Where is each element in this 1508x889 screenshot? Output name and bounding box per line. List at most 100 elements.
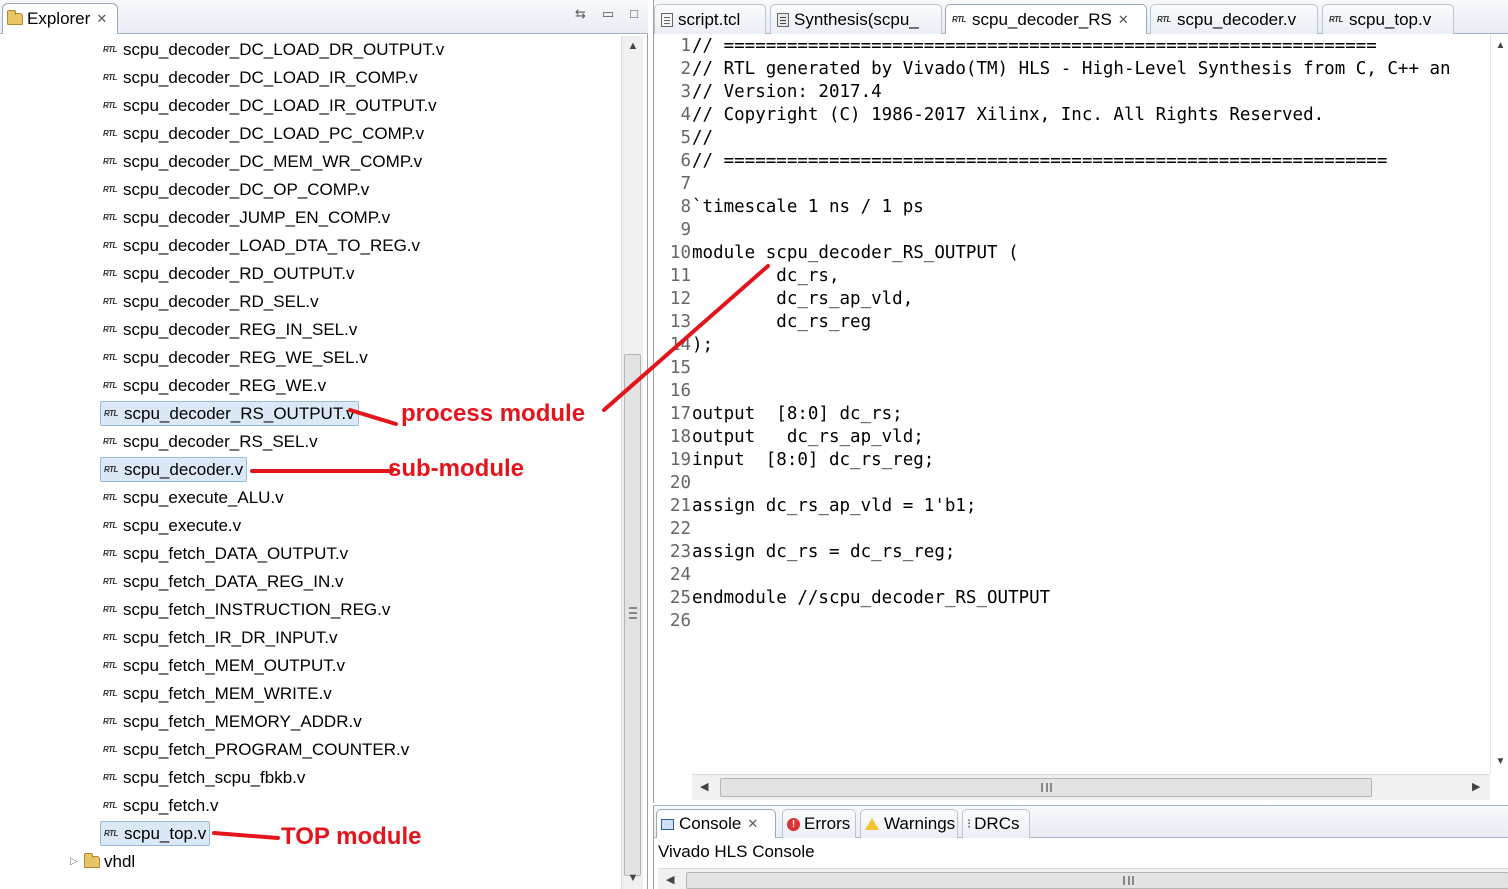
tree-item-file[interactable]: RTL scpu_decoder_REG_IN_SEL.v — [100, 317, 360, 342]
close-icon[interactable]: ✕ — [96, 11, 107, 27]
line-number: 2 — [680, 58, 691, 79]
line-number: 23 — [669, 541, 691, 562]
code-line: 26 — [654, 609, 692, 632]
tree-item-label: scpu_decoder_REG_WE_SEL.v — [123, 347, 368, 367]
tree-item-file[interactable]: RTL scpu_decoder_RD_SEL.v — [100, 289, 322, 314]
scroll-left-arrow-icon[interactable]: ◀ — [700, 780, 708, 793]
tab-console[interactable]: Console ✕ — [656, 809, 776, 838]
tree-item-file[interactable]: RTL scpu_fetch_PROGRAM_COUNTER.v — [100, 737, 412, 762]
tree-item-label: scpu_decoder_DC_LOAD_DR_OUTPUT.v — [123, 39, 445, 59]
chevron-right-icon[interactable]: ▷ — [70, 856, 84, 867]
code-view[interactable]: 1// ====================================… — [654, 34, 1486, 774]
folder-icon — [84, 852, 100, 868]
explorer-toolbar: ⇆ ▭ □ — [575, 6, 638, 22]
tree-item-label: scpu_fetch_MEM_OUTPUT.v — [123, 655, 346, 675]
code-line: 12 dc_rs_ap_vld, — [654, 287, 913, 310]
tree-item-file[interactable]: RTL scpu_decoder_REG_WE.v — [100, 373, 329, 398]
line-number: 7 — [680, 173, 691, 194]
scrollbar-grip-icon — [629, 607, 637, 619]
editor-tab[interactable]: script.tcl — [654, 4, 766, 34]
rtl-file-icon: RTL — [104, 409, 118, 418]
tree-item-file[interactable]: RTL scpu_execute_ALU.v — [100, 485, 287, 510]
tree-item-file[interactable]: RTL scpu_fetch_IR_DR_INPUT.v — [100, 625, 340, 650]
tree-item-file[interactable]: RTL scpu_decoder_RS_OUTPUT.v — [100, 401, 359, 426]
tree-item-file[interactable]: RTL scpu_fetch_DATA_OUTPUT.v — [100, 541, 351, 566]
console-icon — [661, 818, 674, 830]
tree-item-file[interactable]: RTL scpu_fetch_INSTRUCTION_REG.v — [100, 597, 393, 622]
editor-tab[interactable]: RTL scpu_decoder_RS ✕ — [945, 4, 1147, 34]
tree-item-file[interactable]: RTL scpu_decoder_JUMP_EN_COMP.v — [100, 205, 393, 230]
tree-item-file[interactable]: RTL scpu_decoder_DC_OP_COMP.v — [100, 177, 372, 202]
tree-item-file[interactable]: RTL scpu_fetch_MEMORY_ADDR.v — [100, 709, 365, 734]
code-line: 19 input [8:0] dc_rs_reg; — [654, 448, 934, 471]
code-text: dc_rs_ap_vld, — [692, 288, 914, 309]
console-horizontal-scrollbar[interactable]: ◀ — [658, 868, 1508, 889]
rtl-file-icon: RTL — [103, 493, 117, 502]
scroll-down-arrow-icon[interactable]: ▼ — [622, 872, 644, 884]
line-number: 10 — [669, 242, 691, 263]
code-line: 6// ====================================… — [654, 149, 1387, 172]
editor-tab[interactable]: Synthesis(scpu_ — [770, 4, 942, 34]
tree-item-file[interactable]: RTL scpu_decoder.v — [100, 457, 248, 482]
synthesis-report-icon — [777, 12, 789, 27]
console-tabbar: Console ✕ ! Errors Warnings ⁝ DRCs — [654, 806, 1508, 838]
tree-item-file[interactable]: RTL scpu_decoder_REG_WE_SEL.v — [100, 345, 371, 370]
tree-item-file[interactable]: RTL scpu_decoder_DC_LOAD_IR_COMP.v — [100, 65, 421, 90]
tree-item-file[interactable]: RTL scpu_execute.v — [100, 513, 244, 538]
tree-item-file[interactable]: RTL scpu_decoder_LOAD_DTA_TO_REG.v — [100, 233, 423, 258]
rtl-file-icon: RTL — [103, 241, 117, 250]
tree-item-file[interactable]: RTL scpu_decoder_DC_LOAD_IR_OUTPUT.v — [100, 93, 440, 118]
tree-item-label: scpu_decoder_DC_LOAD_IR_COMP.v — [123, 67, 418, 87]
rtl-file-icon: RTL — [103, 661, 117, 670]
tree-item-file[interactable]: RTL scpu_fetch_MEM_OUTPUT.v — [100, 653, 348, 678]
tab-drcs[interactable]: ⁝ DRCs — [962, 809, 1030, 838]
tree-item-file[interactable]: RTL scpu_decoder_RS_SEL.v — [100, 429, 321, 454]
scrollbar-thumb[interactable] — [686, 872, 1508, 889]
close-icon[interactable]: ✕ — [747, 816, 758, 832]
scroll-up-arrow-icon[interactable]: ▲ — [1491, 40, 1508, 51]
editor-tab[interactable]: RTL scpu_top.v — [1322, 4, 1454, 34]
scroll-left-arrow-icon[interactable]: ◀ — [666, 873, 674, 886]
line-number: 3 — [680, 81, 691, 102]
editor-vertical-scrollbar[interactable]: ▲ ▼ — [1490, 34, 1508, 774]
rtl-file-icon: RTL — [103, 633, 117, 642]
line-number: 13 — [669, 311, 691, 332]
tree-item-label: scpu_execute.v — [123, 515, 242, 535]
rtl-file-icon: RTL — [103, 297, 117, 306]
scroll-right-arrow-icon[interactable]: ▶ — [1472, 780, 1480, 793]
explorer-tab[interactable]: Explorer ✕ — [2, 3, 118, 34]
minimize-icon[interactable]: ▭ — [602, 6, 614, 22]
editor-tab[interactable]: RTL scpu_decoder.v — [1150, 4, 1318, 34]
tree-item-file[interactable]: RTL scpu_fetch_MEM_WRITE.v — [100, 681, 335, 706]
scroll-up-arrow-icon[interactable]: ▲ — [622, 40, 644, 52]
tree-item-file[interactable]: RTL scpu_decoder_DC_MEM_WR_COMP.v — [100, 149, 425, 174]
tree-item-file[interactable]: RTL scpu_fetch_DATA_REG_IN.v — [100, 569, 346, 594]
tree-item-file[interactable]: RTL scpu_fetch.v — [100, 793, 221, 818]
scrollbar-thumb[interactable] — [720, 778, 1372, 797]
editor-tab-label: script.tcl — [678, 9, 741, 29]
editor-panel: script.tcl Synthesis(scpu_ RTL scpu_decoder… — [653, 0, 1508, 803]
tree-item-label: scpu_decoder_JUMP_EN_COMP.v — [123, 207, 391, 227]
code-line: 14); — [654, 333, 713, 356]
scroll-down-arrow-icon[interactable]: ▼ — [1491, 756, 1508, 767]
maximize-icon[interactable]: □ — [630, 6, 638, 22]
link-with-editor-icon[interactable]: ⇆ — [575, 6, 586, 22]
tree-item-file[interactable]: RTL scpu_top.v — [100, 821, 211, 846]
code-line: 3// Version: 2017.4 — [654, 80, 881, 103]
close-icon[interactable]: ✕ — [1118, 12, 1129, 28]
tree-item-file[interactable]: RTL scpu_decoder_DC_LOAD_PC_COMP.v — [100, 121, 427, 146]
explorer-scrollbar[interactable]: ▲ ▼ — [621, 36, 643, 889]
tree-item-file[interactable]: RTL scpu_decoder_DC_LOAD_DR_OUTPUT.v — [100, 37, 447, 62]
tree-item-file[interactable]: RTL scpu_decoder_RD_OUTPUT.v — [100, 261, 357, 286]
explorer-tabbar: Explorer ✕ ⇆ ▭ □ — [0, 0, 648, 34]
tab-warnings[interactable]: Warnings — [860, 809, 958, 838]
editor-horizontal-scrollbar[interactable]: ◀ ▶ — [692, 774, 1490, 800]
code-text: // RTL generated by Vivado(TM) HLS - Hig… — [692, 58, 1451, 79]
tree-item-label: scpu_decoder_REG_WE.v — [123, 375, 327, 395]
scrollbar-thumb[interactable] — [624, 354, 641, 876]
line-number: 5 — [680, 127, 691, 148]
tree-folder-vhdl[interactable]: ▷ vhdl — [70, 849, 135, 874]
tab-errors[interactable]: ! Errors — [782, 809, 856, 838]
tree-item-label: scpu_fetch_INSTRUCTION_REG.v — [123, 599, 391, 619]
tree-item-file[interactable]: RTL scpu_fetch_scpu_fbkb.v — [100, 765, 308, 790]
